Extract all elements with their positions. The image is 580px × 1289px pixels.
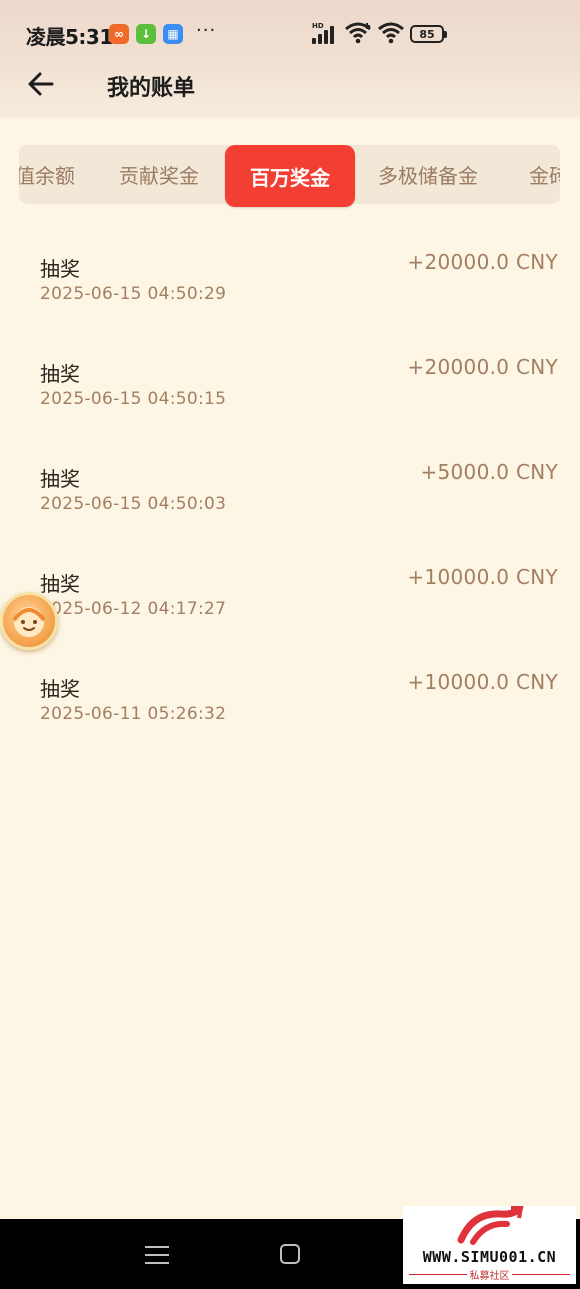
record-time: 2025-06-15 04:50:03 <box>40 494 227 514</box>
record-time: 2025-06-15 04:50:15 <box>40 389 227 409</box>
watermark-logo-icon <box>457 1205 524 1245</box>
smiley-face-icon <box>12 607 46 637</box>
tab-million-bonus[interactable]: 百万奖金 <box>225 145 355 207</box>
wifi-secondary-icon <box>378 22 404 44</box>
home-button[interactable] <box>280 1244 300 1264</box>
record-type: 抽奖 <box>40 362 80 386</box>
record-amount: +10000.0 CNY <box>407 670 558 694</box>
tab-balance[interactable]: 值余额 <box>19 145 75 204</box>
tab-label: 金砖 <box>529 164 560 188</box>
page-title: 我的账单 <box>107 76 196 101</box>
record-type: 抽奖 <box>40 257 80 281</box>
record-type: 抽奖 <box>40 467 80 491</box>
tab-label-active: 百万奖金 <box>250 165 330 190</box>
record-time: 2025-06-15 04:50:29 <box>40 284 227 304</box>
watermark-divider <box>512 1274 570 1275</box>
battery-level: 85 <box>419 27 435 41</box>
signal-icon <box>312 24 340 44</box>
tab-label: 值余额 <box>19 164 75 188</box>
record-time: 2025-06-12 04:17:27 <box>40 599 227 619</box>
tab-contribution-bonus[interactable]: 贡献奖金 <box>119 145 199 204</box>
wifi-icon <box>345 22 371 44</box>
record-type: 抽奖 <box>40 677 80 701</box>
screen: 凌晨5:31 ∞ ↓ ▦ ··· HD 85 我的账单 值余额 贡献奖金 多极储… <box>0 0 580 1289</box>
record-amount: +10000.0 CNY <box>407 565 558 589</box>
watermark-text: WWW.SIMU001.CN <box>422 1248 557 1266</box>
status-bar: 凌晨5:31 ∞ ↓ ▦ ··· HD 85 <box>0 0 580 66</box>
tab-label: 贡献奖金 <box>119 164 199 188</box>
status-time: 凌晨5:31 <box>26 25 113 49</box>
battery-icon: 85 <box>410 25 447 43</box>
more-notifications-icon: ··· <box>196 20 217 41</box>
bill-record: 抽奖 2025-06-12 04:17:27 +10000.0 CNY <box>0 565 580 668</box>
watermark: WWW.SIMU001.CN 私募社区 <box>403 1205 576 1284</box>
assistant-float-button[interactable] <box>0 592 58 650</box>
app-store-notification-icon: ▦ <box>163 24 183 44</box>
tab-label: 多极储备金 <box>378 164 478 188</box>
record-type: 抽奖 <box>40 572 80 596</box>
bill-record: 抽奖 2025-06-15 04:50:03 +5000.0 CNY <box>0 460 580 563</box>
record-amount: +5000.0 CNY <box>420 460 558 484</box>
recent-apps-button[interactable] <box>145 1246 169 1264</box>
bill-record: 抽奖 2025-06-11 05:26:32 +10000.0 CNY <box>0 670 580 773</box>
arrow-left-icon <box>28 72 54 96</box>
record-amount: +20000.0 CNY <box>407 250 558 274</box>
app-notification-icon: ∞ <box>109 24 129 44</box>
tab-multipolar-reserve[interactable]: 多极储备金 <box>378 145 478 204</box>
record-time: 2025-06-11 05:26:32 <box>40 704 227 724</box>
bill-record: 抽奖 2025-06-15 04:50:29 +20000.0 CNY <box>0 250 580 353</box>
record-amount: +20000.0 CNY <box>407 355 558 379</box>
download-notification-icon: ↓ <box>136 24 156 44</box>
back-button[interactable] <box>22 66 62 102</box>
bill-record: 抽奖 2025-06-15 04:50:15 +20000.0 CNY <box>0 355 580 458</box>
tab-gold-brick[interactable]: 金砖 <box>529 145 560 204</box>
